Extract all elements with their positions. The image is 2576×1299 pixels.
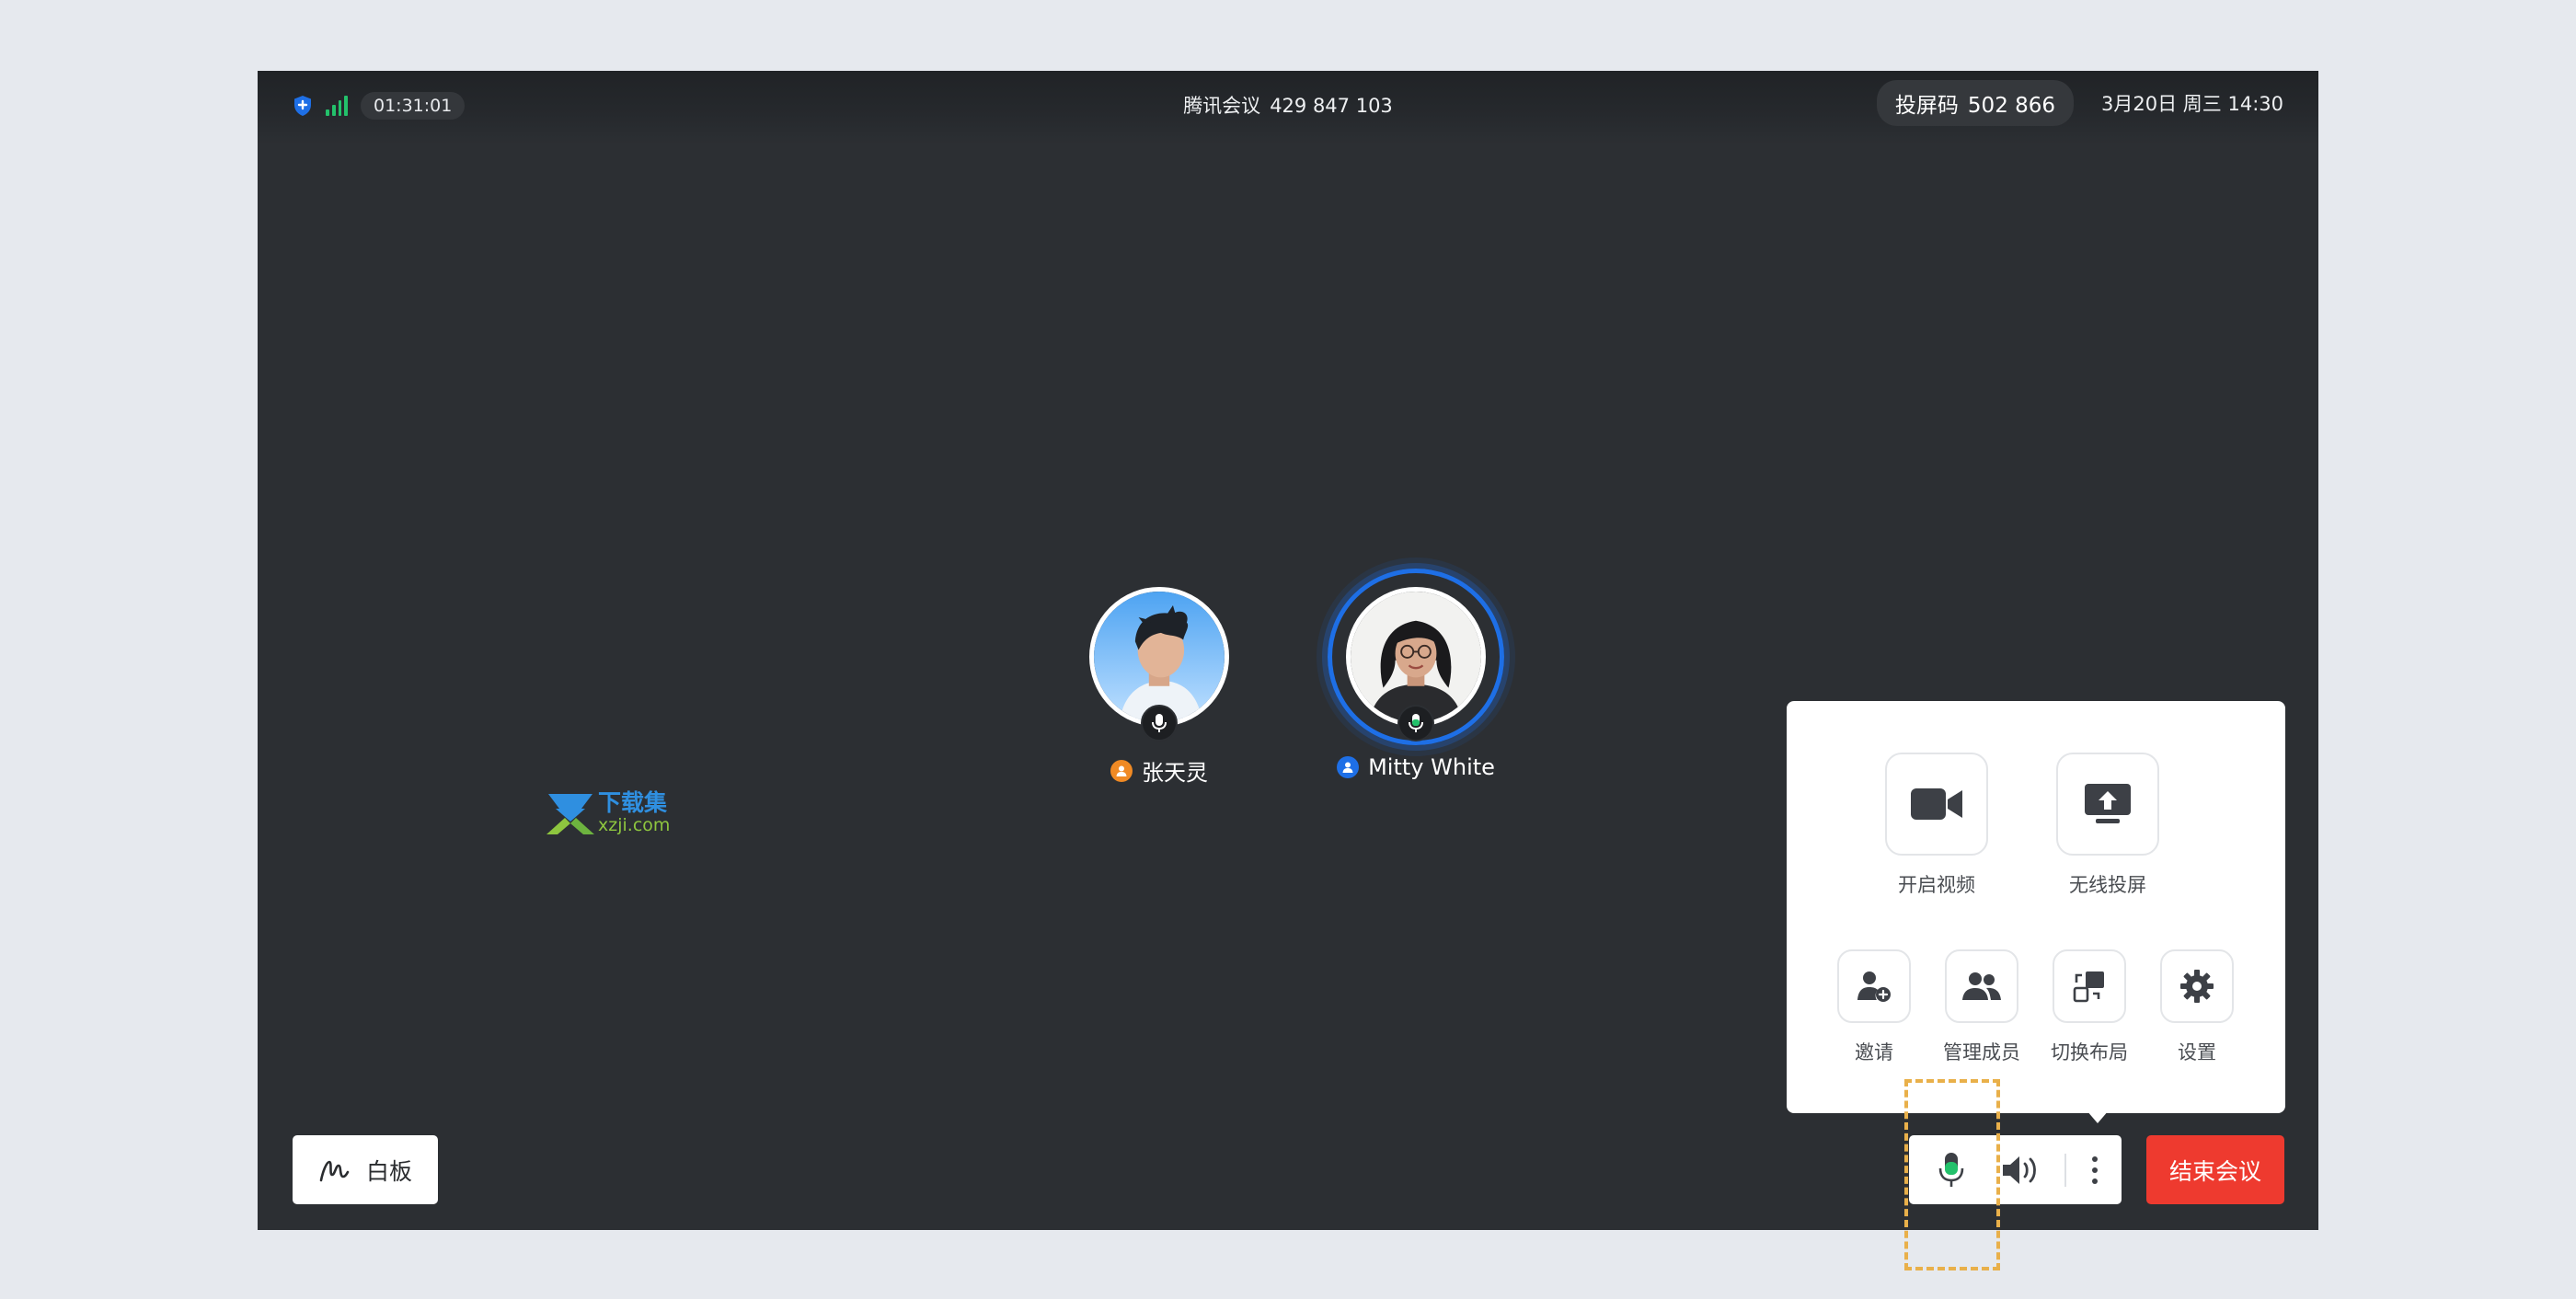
switch-layout-button[interactable] <box>2053 949 2126 1023</box>
watermark-domain: xzji.com <box>598 815 671 835</box>
highlight-annotation <box>1904 1079 2000 1270</box>
participant-name: Mitty White <box>1368 754 1495 780</box>
top-bar: 01:31:01 腾讯会议 429 847 103 投屏码 502 866 3月20… <box>258 71 2318 144</box>
settings-tile[interactable]: 设置 <box>2128 949 2266 1065</box>
participant-name: 张天灵 <box>1142 760 1208 786</box>
screen-cast-tile[interactable]: 无线投屏 <box>2039 753 2177 898</box>
watermark-logo: 下载集 xzji.com <box>545 790 683 838</box>
video-camera-icon <box>1911 788 1962 820</box>
cast-code-value: 502 866 <box>1967 94 2056 118</box>
invite-user-icon <box>1857 971 1891 1002</box>
start-video-tile[interactable]: 开启视频 <box>1868 753 2006 898</box>
mic-status-badge <box>1141 705 1178 741</box>
screen-cast-icon <box>2085 784 2131 823</box>
start-video-button[interactable] <box>1885 753 1988 856</box>
speaker-button[interactable] <box>1994 1135 2049 1204</box>
participant-tile[interactable]: 张天灵 <box>1040 587 1279 787</box>
date-time: 3月20日 周三 14:30 <box>2101 93 2283 115</box>
more-button[interactable] <box>2067 1135 2122 1204</box>
participant-tile[interactable]: Mitty White <box>1296 569 1535 780</box>
cast-code-badge: 投屏码 502 866 <box>1876 80 2075 126</box>
members-icon <box>1962 972 2001 1000</box>
watermark-x-icon <box>546 794 594 834</box>
whiteboard-button[interactable]: 白板 <box>293 1135 438 1204</box>
avatar-wrap <box>1089 587 1229 741</box>
end-meeting-button[interactable]: 结束会议 <box>2146 1135 2284 1204</box>
speaker-icon <box>2003 1155 2036 1184</box>
user-icon <box>1337 756 1360 778</box>
meeting-id: 429 847 103 <box>1270 95 1393 117</box>
microphone-active-icon <box>1409 714 1423 732</box>
layout-switch-icon <box>2073 971 2104 1003</box>
whiteboard-label: 白板 <box>365 1157 412 1185</box>
watermark-text: 下载集 <box>598 789 668 816</box>
topbar-right: 投屏码 502 866 3月20日 周三 14:30 <box>1876 80 2283 126</box>
screen-cast-label: 无线投屏 <box>2069 874 2146 896</box>
cast-code-label: 投屏码 <box>1894 94 1959 118</box>
microphone-icon <box>1152 714 1167 732</box>
screen-cast-button[interactable] <box>2056 753 2159 856</box>
participant-name-row: 张天灵 <box>1040 754 1279 787</box>
more-options-panel: 开启视频 无线投屏 邀请 管理成员 切换布局 设置 <box>1787 701 2285 1113</box>
more-vertical-icon <box>2091 1155 2098 1184</box>
settings-label: 设置 <box>2178 1041 2216 1063</box>
app-name: 腾讯会议 <box>1183 95 1261 117</box>
invite-button[interactable] <box>1837 949 1911 1023</box>
panel-pointer <box>2087 1110 2109 1123</box>
user-icon <box>1110 759 1133 782</box>
participant-name-row: Mitty White <box>1296 754 1535 780</box>
gear-icon <box>2180 970 2214 1003</box>
mic-status-badge <box>1397 705 1434 741</box>
start-video-label: 开启视频 <box>1898 874 1975 896</box>
whiteboard-pen-icon <box>319 1160 350 1181</box>
avatar-wrap <box>1328 569 1504 745</box>
meeting-screen: 01:31:01 腾讯会议 429 847 103 投屏码 502 866 3月20… <box>258 71 2318 1230</box>
manage-members-button[interactable] <box>1945 949 2018 1023</box>
control-divider <box>2064 1154 2066 1187</box>
settings-button[interactable] <box>2160 949 2234 1023</box>
